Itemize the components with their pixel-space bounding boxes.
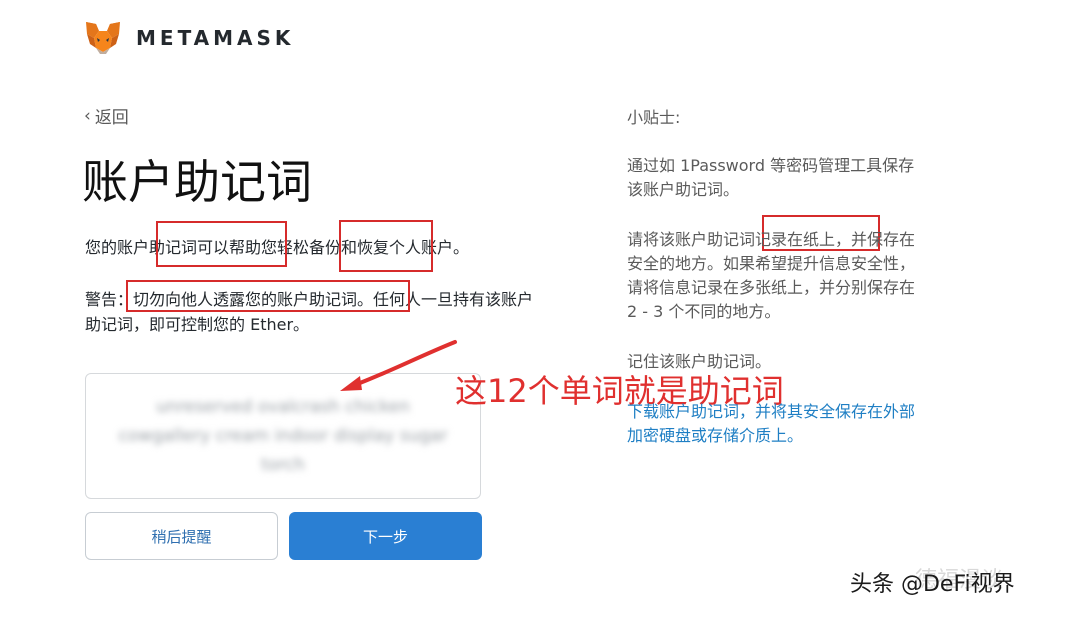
watermark: 头条 @DeFi视界 [850, 566, 1015, 598]
brand-wordmark: METAMASK [136, 26, 295, 50]
seed-phrase-text: unreserved ovalcrash chicken cowgallery … [118, 396, 448, 475]
remind-later-button[interactable]: 稍后提醒 [85, 512, 278, 560]
next-button[interactable]: 下一步 [289, 512, 482, 560]
watermark-text: 头条 @DeFi视界 [850, 572, 1015, 597]
tip-memorize: 记住该账户助记词。 [627, 352, 772, 371]
tip-password-manager: 通过如 1Password 等密码管理工具保存该账户助记词。 [627, 156, 915, 199]
chevron-left-icon: ‹ [84, 105, 91, 126]
metamask-logo: METAMASK [84, 20, 294, 56]
page-title: 账户助记词 [82, 155, 312, 209]
tip-write-on-paper: 请将该账户助记词记录在纸上，并保存在安全的地方。如果希望提升信息安全性，请将信息… [627, 230, 916, 321]
highlight-box [126, 280, 410, 312]
back-label: 返回 [94, 108, 129, 128]
back-link[interactable]: ‹ 返回 [84, 103, 129, 129]
highlight-box [156, 221, 287, 267]
fox-icon [86, 22, 120, 54]
highlight-box [339, 220, 433, 272]
tips-heading: 小贴士: [627, 108, 681, 127]
annotation-arrow-icon [340, 340, 457, 391]
download-seed-phrase-link[interactable]: 下载账户助记词，并将其安全保存在外部加密硬盘或存储介质上。 [627, 400, 927, 448]
